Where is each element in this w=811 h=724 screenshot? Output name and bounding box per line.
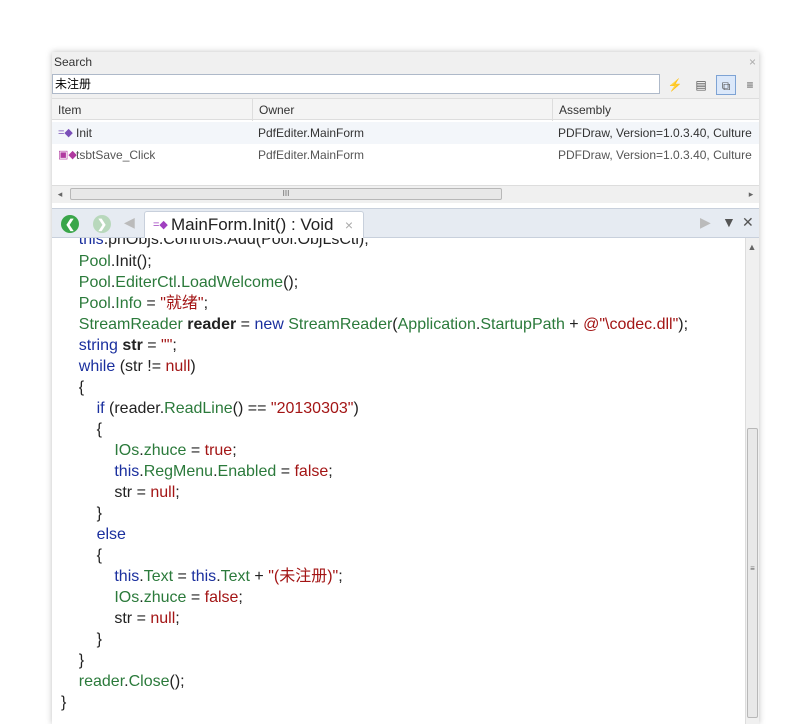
code-line: while (str != null) bbox=[78, 358, 196, 375]
search-input[interactable] bbox=[52, 74, 660, 94]
tab-list-icon[interactable]: ▼ bbox=[722, 214, 736, 230]
code-line: reader.Close(); bbox=[78, 673, 185, 690]
tab-label: MainForm.Init() : Void bbox=[171, 215, 334, 234]
scroll-thumb[interactable]: III bbox=[70, 188, 502, 200]
copy-icon[interactable]: ⧉ bbox=[716, 75, 736, 95]
code-line: else bbox=[96, 526, 126, 543]
search-panel-title: Search bbox=[54, 55, 93, 69]
event-method-icon: ▣◆ bbox=[58, 149, 77, 161]
close-icon[interactable]: × bbox=[749, 52, 756, 72]
tab-mainform-init[interactable]: =◆ MainForm.Init() : Void × bbox=[144, 211, 364, 238]
code-line: this.Text = this.Text + "(未注册)"; bbox=[114, 568, 343, 585]
code-line: this.RegMenu.Enabled = false; bbox=[114, 463, 333, 480]
method-icon: =◆ bbox=[153, 219, 168, 231]
horizontal-scrollbar[interactable]: ◂ III ▸ bbox=[52, 185, 759, 203]
search-scope-icon[interactable]: ⚡ bbox=[665, 75, 685, 95]
code-line: Pool.Info = "就绪"; bbox=[78, 295, 209, 312]
result-assembly: PDFDraw, Version=1.0.3.40, Culture bbox=[558, 148, 752, 162]
back-icon[interactable]: ❮ bbox=[61, 215, 79, 233]
column-header-owner[interactable]: Owner bbox=[252, 99, 552, 121]
tab-close-icon[interactable]: × bbox=[345, 212, 353, 238]
code-line: IOs.zhuce = true; bbox=[114, 442, 237, 459]
vertical-scrollbar[interactable]: ▲ ≡ bbox=[745, 238, 759, 724]
scroll-thumb[interactable]: ≡ bbox=[747, 428, 758, 718]
code-line: IOs.zhuce = false; bbox=[114, 589, 243, 606]
code-line: } bbox=[61, 505, 102, 522]
result-assembly: PDFDraw, Version=1.0.3.40, Culture bbox=[558, 126, 752, 140]
scroll-up-icon[interactable]: ▲ bbox=[746, 242, 758, 252]
reflector-window: Search × ⚡ ▤ ⧉ ≡ Item Owner Assembly =◆ … bbox=[52, 52, 759, 724]
code-line: { bbox=[61, 547, 102, 564]
code-line: } bbox=[61, 694, 67, 711]
close-tab-icon[interactable]: ✕ bbox=[742, 214, 754, 231]
code-line: { bbox=[61, 379, 85, 396]
code-line: str = null; bbox=[61, 610, 180, 627]
code-line: } bbox=[61, 631, 102, 648]
results-header: Item Owner Assembly bbox=[52, 98, 759, 121]
result-owner: PdfEditer.MainForm bbox=[258, 126, 365, 140]
code-line: string str = ""; bbox=[78, 337, 177, 354]
code-view[interactable]: this.pnObjs.Controls.Add(Pool.ObjLsCtl);… bbox=[52, 238, 745, 724]
tab-scroll-right-icon[interactable]: ▶ bbox=[700, 214, 711, 231]
code-line: if (reader.ReadLine() == "20130303") bbox=[96, 400, 359, 417]
scroll-right-icon[interactable]: ▸ bbox=[743, 186, 759, 203]
tab-scroll-left-icon[interactable]: ◀ bbox=[124, 214, 135, 231]
search-panel-title-bar: Search × bbox=[52, 52, 759, 73]
properties-icon[interactable]: ▤ bbox=[691, 75, 711, 95]
result-item: tsbtSave_Click bbox=[76, 148, 156, 162]
column-header-item[interactable]: Item bbox=[52, 99, 252, 121]
code-line: Pool.Init(); bbox=[78, 253, 152, 270]
code-line: this.pnObjs.Controls.Add(Pool.ObjLsCtl); bbox=[78, 238, 369, 248]
editor-nav-bar: ❮ ❯ ◀ =◆ MainForm.Init() : Void × ▶ ▼ ✕ bbox=[52, 208, 759, 238]
menu-icon[interactable]: ≡ bbox=[740, 75, 759, 95]
code-line: Pool.EditerCtl.LoadWelcome(); bbox=[78, 274, 299, 291]
scroll-left-icon[interactable]: ◂ bbox=[52, 186, 68, 203]
search-bar: ⚡ ▤ ⧉ ≡ bbox=[52, 72, 759, 98]
result-item: Init bbox=[76, 126, 93, 140]
forward-icon[interactable]: ❯ bbox=[93, 215, 111, 233]
column-header-assembly[interactable]: Assembly bbox=[552, 99, 759, 121]
method-icon: =◆ bbox=[58, 127, 73, 139]
code-line: } bbox=[61, 652, 85, 669]
result-row[interactable]: ▣◆ tsbtSave_Click PdfEditer.MainForm PDF… bbox=[52, 144, 759, 166]
code-line: str = null; bbox=[61, 484, 180, 501]
results-grid: Item Owner Assembly =◆ Init PdfEditer.Ma… bbox=[52, 98, 759, 190]
code-line: StreamReader reader = new StreamReader(A… bbox=[78, 316, 689, 333]
result-row[interactable]: =◆ Init PdfEditer.MainForm PDFDraw, Vers… bbox=[52, 122, 759, 144]
result-owner: PdfEditer.MainForm bbox=[258, 148, 365, 162]
code-line: { bbox=[61, 421, 102, 438]
